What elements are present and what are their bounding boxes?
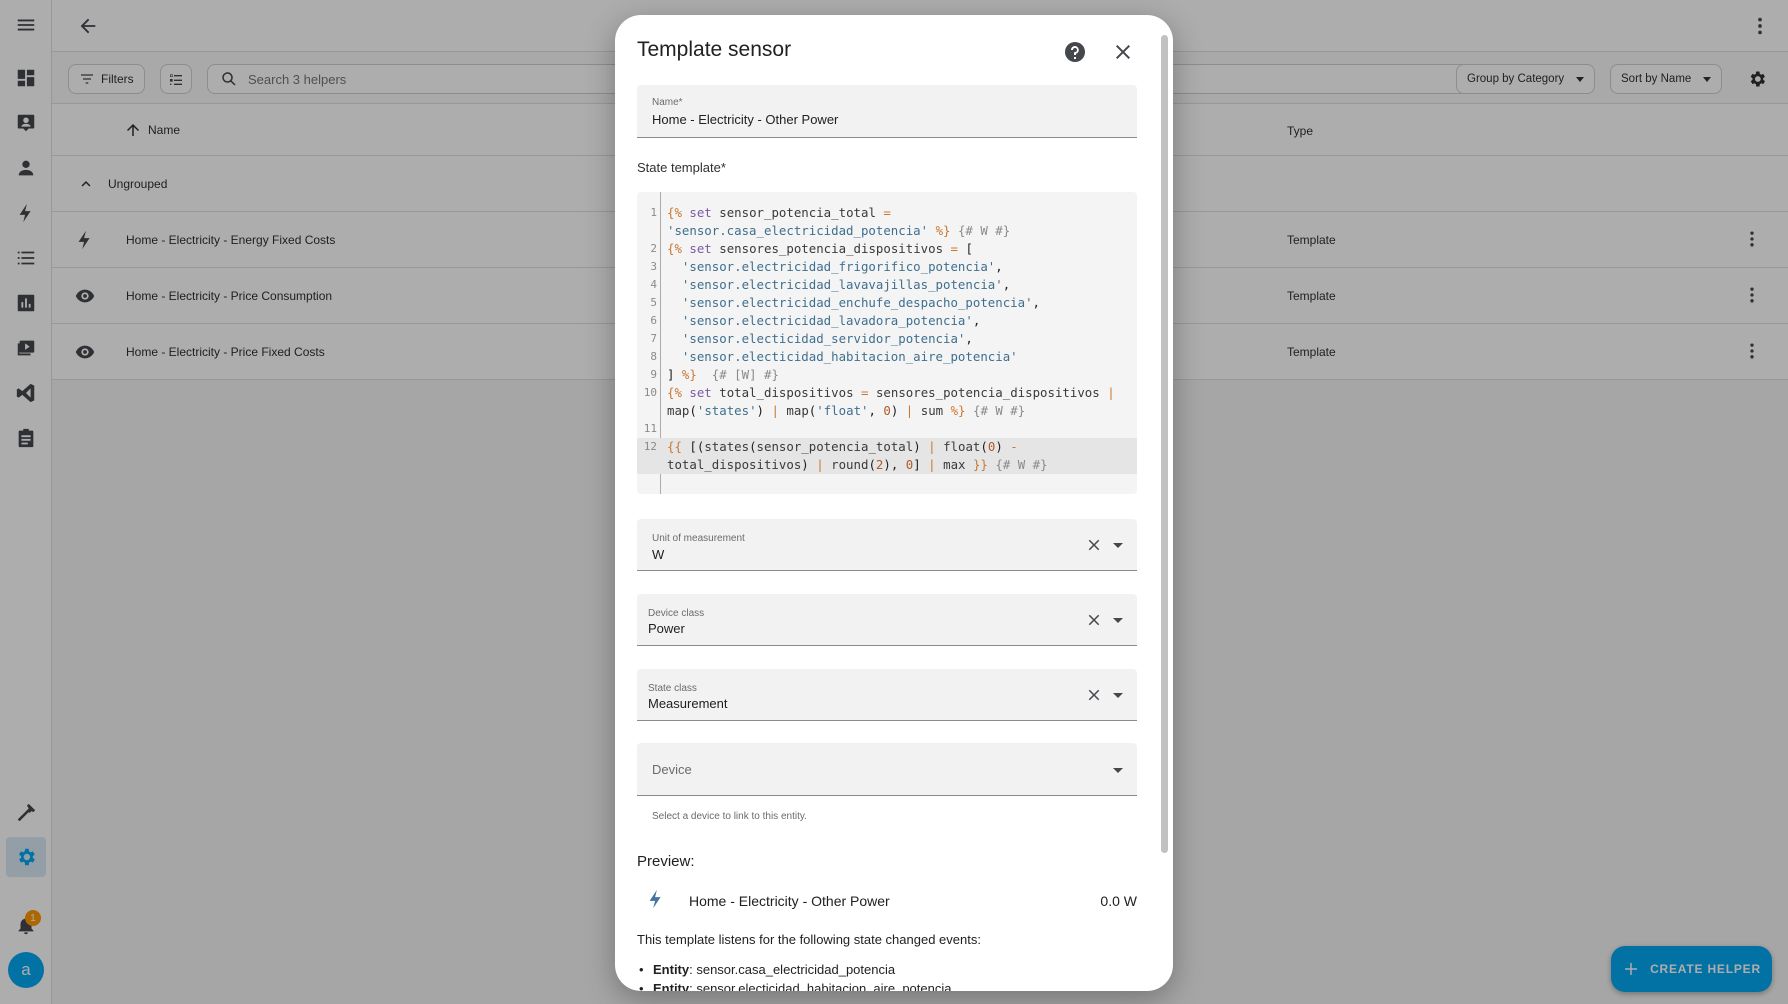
entity-value: : sensor.casa_electricidad_potencia (689, 962, 896, 977)
code-line: 7 'sensor.electicidad_servidor_potencia'… (650, 331, 973, 346)
listen-description: This template listens for the following … (637, 932, 981, 947)
entity-label: Entity (653, 962, 690, 977)
code-line: map('states') | map('float', 0) | sum %}… (667, 403, 1026, 418)
listened-entity: Entity: sensor.electicidad_habitacion_ai… (639, 981, 952, 991)
preview-entity-value: 0.0 W (1100, 893, 1137, 909)
state-class-field[interactable]: State class Measurement (637, 669, 1137, 721)
unit-of-measurement-field[interactable]: Unit of measurement W (637, 519, 1137, 571)
code-line-active: total_dispositivos) | round(2), 0] | max… (637, 456, 1137, 474)
chevron-down-icon[interactable] (1113, 768, 1123, 773)
close-icon (1088, 614, 1100, 626)
entity-value: : sensor.electicidad_habitacion_aire_pot… (689, 981, 952, 991)
close-icon (1116, 45, 1130, 59)
code-line: 1 {% set sensor_potencia_total = (650, 205, 891, 220)
state-template-editor[interactable]: 1 {% set sensor_potencia_total = 'sensor.… (637, 192, 1137, 494)
code-line: 6 'sensor.electricidad_lavadora_potencia… (650, 313, 981, 328)
device-class-label: Device class (648, 608, 705, 619)
device-class-value: Power (648, 621, 685, 636)
preview-entity-name: Home - Electricity - Other Power (689, 893, 890, 909)
code-line-active: 12{{ [(states(sensor_potencia_total) | f… (637, 438, 1137, 456)
device-class-field[interactable]: Device class Power (637, 594, 1137, 646)
lightning-icon (645, 888, 669, 912)
chevron-down-icon[interactable] (1113, 618, 1123, 623)
clear-unit-button[interactable] (1085, 536, 1103, 554)
dialog-scrollbar[interactable] (1161, 35, 1168, 853)
unit-field-label: Unit of measurement (652, 533, 745, 544)
close-button[interactable] (1111, 40, 1137, 66)
device-helper-text: Select a device to link to this entity. (652, 811, 807, 822)
name-field[interactable]: Name* Home - Electricity - Other Power (637, 85, 1137, 138)
close-icon (1088, 689, 1100, 701)
code-line: 11 (643, 422, 657, 435)
close-icon (1088, 539, 1100, 551)
code-line: 5 'sensor.electricidad_enchufe_despacho_… (650, 295, 1041, 310)
code-line: 2 {% set sensores_potencia_dispositivos =… (650, 241, 973, 256)
dialog-title: Template sensor (637, 38, 792, 61)
code-line: 9] %} {# [W] #} (650, 367, 779, 382)
help-button[interactable] (1063, 40, 1089, 66)
code-line: 'sensor.casa_electricidad_potencia' %} {… (667, 223, 1011, 238)
code-line: 10 {% set total_dispositivos = sensores_p… (643, 385, 1115, 400)
chevron-down-icon[interactable] (1113, 693, 1123, 698)
help-circle-icon (1065, 42, 1085, 62)
state-class-label: State class (648, 683, 697, 694)
state-class-value: Measurement (648, 696, 728, 711)
listened-entity: Entity: sensor.casa_electricidad_potenci… (639, 962, 896, 977)
device-placeholder: Device (652, 762, 692, 777)
code-line: 8 'sensor.electicidad_habitacion_aire_po… (650, 349, 1018, 364)
device-field[interactable]: Device (637, 743, 1137, 796)
preview-title: Preview: (637, 853, 695, 870)
code-line: 3 'sensor.electricidad_frigorifico_poten… (650, 259, 1003, 274)
entity-label: Entity (653, 981, 690, 991)
clear-device-class-button[interactable] (1085, 611, 1103, 629)
code-line: 4 'sensor.electricidad_lavavajillas_pote… (650, 277, 1011, 292)
name-field-value: Home - Electricity - Other Power (652, 112, 839, 127)
state-template-label: State template* (637, 160, 726, 175)
chevron-down-icon[interactable] (1113, 543, 1123, 548)
name-field-label: Name* (652, 97, 683, 108)
template-sensor-dialog: Template sensor Name* Home - Electricity… (615, 15, 1173, 991)
unit-field-value: W (652, 547, 665, 562)
clear-state-class-button[interactable] (1085, 686, 1103, 704)
